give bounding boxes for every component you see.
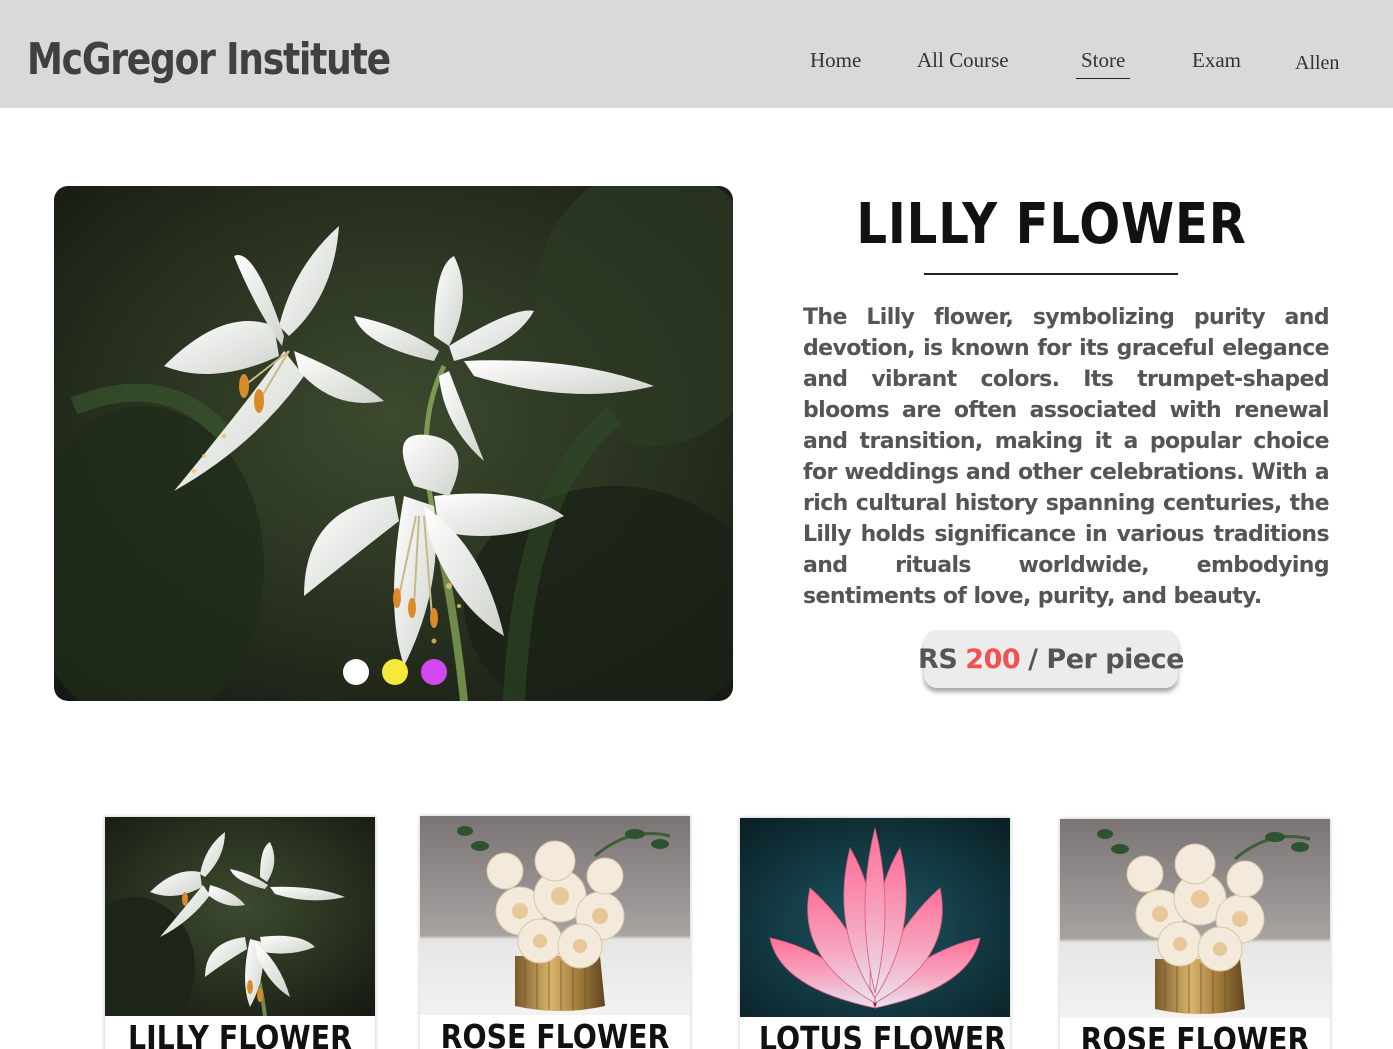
white-roses-vase-photo <box>1060 819 1330 1018</box>
product-description: The Lilly flower, symbolizing purity and… <box>803 305 1330 609</box>
white-roses-vase-photo <box>420 816 690 1015</box>
white-lily-photo <box>54 186 733 701</box>
product-image-carousel <box>54 186 733 701</box>
product-card-rose-2[interactable]: ROSE FLOWER <box>1060 819 1330 1049</box>
nav-link-home[interactable]: Home <box>810 48 861 73</box>
nav-link-exam[interactable]: Exam <box>1192 48 1241 73</box>
product-card-lilly[interactable]: LILLY FLOWER <box>105 817 375 1049</box>
title-divider <box>924 273 1178 275</box>
price-button[interactable]: RS 200 / Per piece <box>918 630 1184 688</box>
user-name-link[interactable]: Allen <box>1295 52 1339 75</box>
carousel-dot-2[interactable] <box>382 659 408 685</box>
price-amount: 200 <box>965 643 1021 675</box>
white-lily-photo <box>105 817 375 1016</box>
carousel-dot-3[interactable] <box>421 659 447 685</box>
top-navbar: McGregor Institute Home All Course Store… <box>0 0 1393 108</box>
nav-link-all-course[interactable]: All Course <box>917 48 1009 73</box>
product-title: LILLY FLOWER <box>856 192 1247 257</box>
carousel-dots <box>343 659 447 685</box>
nav-link-store[interactable]: Store <box>1075 48 1131 79</box>
card-title: ROSE FLOWER <box>440 1017 670 1049</box>
product-card-rose[interactable]: ROSE FLOWER <box>420 816 690 1049</box>
card-title: LILLY FLOWER <box>128 1018 352 1049</box>
pink-lotus-photo <box>740 818 1010 1017</box>
brand-logo-text[interactable]: McGregor Institute <box>27 34 391 85</box>
card-title: LOTUS FLOWER <box>758 1019 1006 1049</box>
product-card-lotus[interactable]: LOTUS FLOWER <box>740 818 1010 1049</box>
card-title: ROSE FLOWER <box>1080 1020 1310 1049</box>
carousel-dot-1[interactable] <box>343 659 369 685</box>
price-currency: RS <box>918 643 958 675</box>
price-unit: / Per piece <box>1028 643 1184 675</box>
